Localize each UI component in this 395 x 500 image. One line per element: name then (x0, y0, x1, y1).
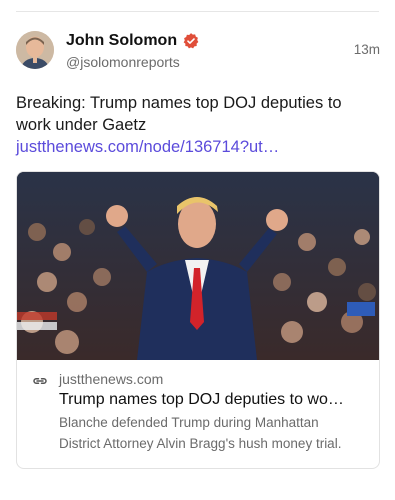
display-name[interactable]: John Solomon (66, 32, 177, 50)
timestamp: 13m (353, 42, 380, 57)
post-text: Breaking: Trump names top DOJ deputies t… (16, 92, 371, 158)
author-info: John Solomon @jsolomonreports (66, 31, 354, 70)
card-photo (17, 172, 379, 360)
avatar-image (16, 31, 54, 69)
top-divider (16, 11, 379, 12)
post[interactable]: John Solomon @jsolomonreports 13m Breaki… (16, 30, 380, 469)
link-preview-card[interactable]: justthenews.com Trump names top DOJ depu… (16, 171, 380, 469)
post-link[interactable]: justthenews.com/node/136714?ut… (16, 138, 279, 156)
avatar[interactable] (16, 31, 54, 69)
card-description: Blanche defended Trump during Manhattan … (59, 415, 342, 451)
card-image[interactable] (17, 172, 379, 360)
card-domain: justthenews.com (59, 371, 164, 387)
card-title[interactable]: Trump names top DOJ deputies to wo… (59, 389, 369, 410)
link-icon (31, 372, 49, 390)
handle[interactable]: @jsolomonreports (66, 54, 354, 70)
verified-badge-icon (182, 32, 200, 50)
post-header: John Solomon @jsolomonreports 13m (16, 30, 380, 70)
post-body: Breaking: Trump names top DOJ deputies t… (16, 94, 342, 134)
card-body: justthenews.com Trump names top DOJ depu… (17, 360, 379, 468)
name-row: John Solomon (66, 31, 354, 51)
